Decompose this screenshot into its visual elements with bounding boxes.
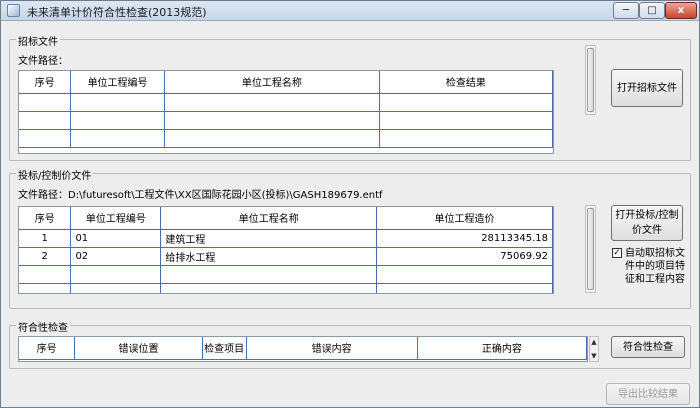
- scroll-thumb[interactable]: [587, 48, 594, 112]
- table-cell[interactable]: [19, 111, 72, 130]
- check-column-header[interactable]: 检查项目: [202, 337, 247, 360]
- title-bar[interactable]: 未来清单计价符合性检查(2013规范) ─ □ x: [1, 1, 699, 21]
- table-cell[interactable]: 2: [19, 247, 72, 266]
- tender-column-header[interactable]: 单位工程编号: [70, 71, 165, 94]
- compliance-check-group: 符合性检查 序号 错误位置 检查项目 错误内容 正确内容 ▲ ▼: [9, 319, 691, 369]
- tender-grid[interactable]: 序号 单位工程编号 单位工程名称 检查结果: [18, 70, 554, 154]
- compliance-check-button[interactable]: 符合性检查: [611, 336, 685, 358]
- table-cell[interactable]: [70, 129, 165, 148]
- table-cell[interactable]: [70, 93, 165, 112]
- table-cell[interactable]: 02: [70, 247, 162, 266]
- table-cell[interactable]: 28113345.18: [376, 229, 553, 248]
- check-column-header[interactable]: 正确内容: [417, 337, 587, 360]
- main-window: 未来清单计价符合性检查(2013规范) ─ □ x 招标文件 文件路径： 序号单…: [0, 0, 700, 408]
- table-row[interactable]: [19, 265, 553, 284]
- close-button[interactable]: x: [665, 2, 697, 19]
- tender-column-header[interactable]: 序号: [19, 71, 72, 94]
- table-cell[interactable]: [160, 283, 378, 293]
- table-cell[interactable]: [19, 283, 72, 293]
- bid-grid[interactable]: 序号 单位工程编号 单位工程名称 单位工程造价 1 01 建筑工程 28113345.18 2…: [18, 206, 554, 294]
- check-column-header[interactable]: 错误内容: [246, 337, 418, 360]
- table-cell[interactable]: [70, 283, 162, 293]
- table-cell[interactable]: [70, 265, 162, 284]
- minimize-button[interactable]: ─: [613, 2, 639, 19]
- table-cell[interactable]: [379, 129, 553, 148]
- check-column-header[interactable]: 错误位置: [74, 337, 203, 360]
- table-cell[interactable]: [164, 93, 380, 112]
- tender-column-header[interactable]: 检查结果: [379, 71, 553, 94]
- tender-group-title: 招标文件: [16, 33, 60, 48]
- tender-column-header[interactable]: 单位工程名称: [164, 71, 380, 94]
- table-cell[interactable]: [70, 111, 165, 130]
- table-cell[interactable]: 给排水工程: [160, 247, 378, 266]
- bid-column-header[interactable]: 单位工程编号: [70, 207, 162, 230]
- table-row[interactable]: 1 01 建筑工程 28113345.18: [19, 229, 553, 248]
- scroll-up-icon[interactable]: ▲: [590, 338, 598, 346]
- auto-fetch-label: 自动取招标文件中的项目特征和工程内容: [625, 248, 685, 285]
- table-row[interactable]: 2 02 给排水工程 75069.92: [19, 247, 553, 266]
- open-tender-file-button[interactable]: 打开招标文件: [611, 69, 683, 107]
- table-cell[interactable]: [379, 93, 553, 112]
- bid-column-header[interactable]: 序号: [19, 207, 72, 230]
- bid-grid-scrollbar[interactable]: [585, 205, 596, 293]
- check-grid-scrollbar[interactable]: ▲ ▼: [589, 336, 599, 362]
- maximize-button[interactable]: □: [639, 2, 665, 19]
- bid-column-header[interactable]: 单位工程名称: [160, 207, 378, 230]
- check-grid[interactable]: 序号 错误位置 检查项目 错误内容 正确内容: [18, 336, 588, 362]
- table-cell[interactable]: 建筑工程: [160, 229, 378, 248]
- check-column-header[interactable]: 序号: [19, 337, 76, 360]
- table-row[interactable]: [19, 93, 553, 112]
- scroll-thumb[interactable]: [587, 208, 594, 290]
- table-cell[interactable]: [376, 283, 553, 293]
- table-cell[interactable]: [160, 265, 378, 284]
- table-row[interactable]: [19, 283, 553, 293]
- window-title: 未来清单计价符合性检查(2013规范): [27, 6, 207, 19]
- table-cell[interactable]: 1: [19, 229, 72, 248]
- checkbox-check-icon[interactable]: ✓: [612, 248, 622, 258]
- table-cell[interactable]: 01: [70, 229, 162, 248]
- app-icon: [7, 4, 20, 17]
- bid-column-header[interactable]: 单位工程造价: [376, 207, 553, 230]
- auto-fetch-checkbox[interactable]: ✓ 自动取招标文件中的项目特征和工程内容: [612, 247, 686, 303]
- scroll-down-icon[interactable]: ▼: [590, 352, 598, 360]
- tender-path-label: 文件路径：: [18, 56, 68, 67]
- tender-grid-scrollbar[interactable]: [585, 45, 596, 115]
- open-bid-file-button[interactable]: 打开投标/控制价文件: [611, 205, 683, 241]
- table-cell[interactable]: [376, 265, 553, 284]
- export-results-button[interactable]: 导出比较结果: [606, 383, 690, 405]
- table-cell[interactable]: 75069.92: [376, 247, 553, 266]
- table-cell[interactable]: [19, 93, 72, 112]
- table-row[interactable]: [19, 129, 553, 148]
- table-cell[interactable]: [19, 265, 72, 284]
- table-cell[interactable]: [379, 111, 553, 130]
- bid-path-label: 文件路径：D:\futuresoft\工程文件\XX区国际花园小区(投标)\GA…: [18, 190, 383, 201]
- table-cell[interactable]: [164, 129, 380, 148]
- table-cell[interactable]: [164, 111, 380, 130]
- table-row[interactable]: [19, 111, 553, 130]
- bid-group-title: 投标/控制价文件: [16, 167, 94, 182]
- check-group-title: 符合性检查: [16, 319, 70, 334]
- table-cell[interactable]: [19, 129, 72, 148]
